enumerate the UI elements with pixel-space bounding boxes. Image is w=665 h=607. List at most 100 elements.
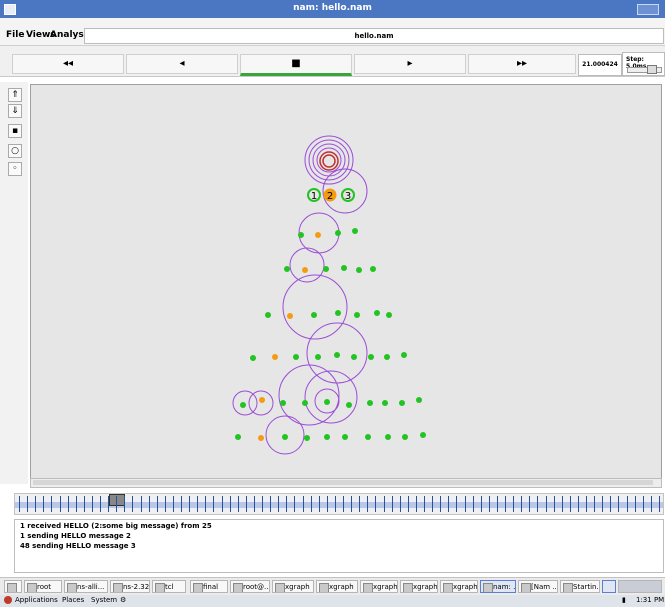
window-controls-icon[interactable] [637,4,659,15]
network-node[interactable] [342,434,348,440]
network-node-active[interactable] [287,313,293,319]
timeline-tick [351,496,353,512]
network-node-active[interactable] [302,267,308,273]
canvas-horizontal-scrollbar[interactable] [30,478,662,488]
taskbar-item-starting[interactable]: Startin... [560,580,600,593]
workspace-pager[interactable] [618,580,662,593]
timeline-tick [75,496,77,512]
network-node[interactable] [386,312,392,318]
network-node[interactable] [335,230,341,236]
network-node[interactable] [365,434,371,440]
network-node[interactable] [304,435,310,441]
oval-tool-icon[interactable]: ○ [8,144,22,158]
places-menu[interactable]: Places [62,596,84,604]
network-node[interactable] [324,399,330,405]
network-node[interactable] [354,312,360,318]
network-node[interactable] [368,354,374,360]
network-node[interactable] [334,352,340,358]
network-node[interactable] [370,266,376,272]
menu-file[interactable]: File [6,30,24,40]
taskbar-item-xgraph[interactable]: xgraph [400,580,438,593]
applications-menu[interactable]: Applications [15,596,58,604]
network-node[interactable] [293,354,299,360]
network-node[interactable] [282,434,288,440]
network-node[interactable] [356,267,362,273]
timeline-slider[interactable] [14,493,664,515]
network-node[interactable] [240,402,246,408]
network-node[interactable] [346,402,352,408]
network-node[interactable] [351,354,357,360]
stop-button[interactable]: ■ [240,54,352,76]
taskbar-item-xgraph[interactable]: xgraph [440,580,478,593]
network-node[interactable] [382,400,388,406]
network-node[interactable] [420,432,426,438]
marker-tool-icon[interactable]: ◦ [8,162,22,176]
timeline-tick [488,496,490,512]
step-slider-thumb[interactable] [647,65,657,74]
network-node[interactable] [280,400,286,406]
timeline-tick [51,496,53,512]
timeline-tick [642,496,644,512]
network-icon[interactable]: ⚙ [120,596,126,604]
transmission-ring [248,390,274,416]
timeline-tick [359,496,361,512]
timeline-tick [626,496,628,512]
network-node[interactable] [385,434,391,440]
network-node[interactable] [298,232,304,238]
taskbar-item-root-terminal[interactable]: root@... [230,580,270,593]
taskbar-item-root[interactable]: root [24,580,62,593]
network-node[interactable] [284,266,290,272]
show-desktop-icon[interactable] [4,580,22,593]
network-canvas[interactable]: 1 2 3 [30,84,662,480]
canvas-scroll-thumb[interactable] [33,480,653,485]
workspace-switcher-icon[interactable] [602,580,616,593]
timeline-tick [181,496,182,512]
network-node[interactable] [265,312,271,318]
network-node[interactable] [235,434,241,440]
network-node[interactable] [315,354,321,360]
system-menu[interactable]: System [91,596,117,604]
play-button[interactable]: ▸ [354,54,466,74]
network-node[interactable] [374,310,380,316]
network-node[interactable] [401,352,407,358]
network-node[interactable] [416,397,422,403]
select-tool-icon[interactable]: ▪ [8,124,22,138]
network-node[interactable] [324,434,330,440]
taskbar-item-nam-console[interactable]: [Nam ... [518,580,558,593]
network-node[interactable] [402,434,408,440]
network-node[interactable] [302,400,308,406]
network-node[interactable] [335,310,341,316]
network-node[interactable] [384,354,390,360]
timeline-tick [618,496,620,512]
timeline-tick [43,496,45,512]
taskbar-item-ns-alli[interactable]: ns-alli... [64,580,108,593]
network-node[interactable] [250,355,256,361]
network-node[interactable] [341,265,347,271]
applications-icon[interactable] [4,596,12,604]
taskbar-item-xgraph[interactable]: xgraph [360,580,398,593]
network-node-active[interactable] [258,435,264,441]
taskbar-item-tcl[interactable]: tcl [152,580,186,593]
rewind-button[interactable]: ◂◂ [12,54,124,74]
event-log: 1 received HELLO (2:some big message) fr… [14,519,664,573]
taskbar-item-final[interactable]: final [190,580,228,593]
zoom-in-icon[interactable]: ⇑ [8,88,22,102]
taskbar-item-nam[interactable]: nam: ... [480,580,516,593]
zoom-out-icon[interactable]: ⇓ [8,104,22,118]
network-node[interactable] [311,312,317,318]
network-node[interactable] [323,266,329,272]
network-node[interactable] [399,400,405,406]
taskbar-item-ns-2.32[interactable]: ns-2.32 [110,580,150,593]
step-back-button[interactable]: ◂ [126,54,238,74]
network-node-active[interactable] [315,232,321,238]
network-node[interactable] [367,400,373,406]
network-node[interactable] [352,228,358,234]
taskbar-item-xgraph[interactable]: xgraph [272,580,314,593]
fast-forward-button[interactable]: ▸▸ [468,54,576,74]
network-node-active[interactable] [259,397,265,403]
taskbar-item-xgraph[interactable]: xgraph [316,580,358,593]
clock[interactable]: 1:31 PM [636,596,664,604]
timeline-tick [456,496,458,512]
network-node-active[interactable] [272,354,278,360]
step-slider[interactable]: Step: 5.0ms [622,52,665,76]
